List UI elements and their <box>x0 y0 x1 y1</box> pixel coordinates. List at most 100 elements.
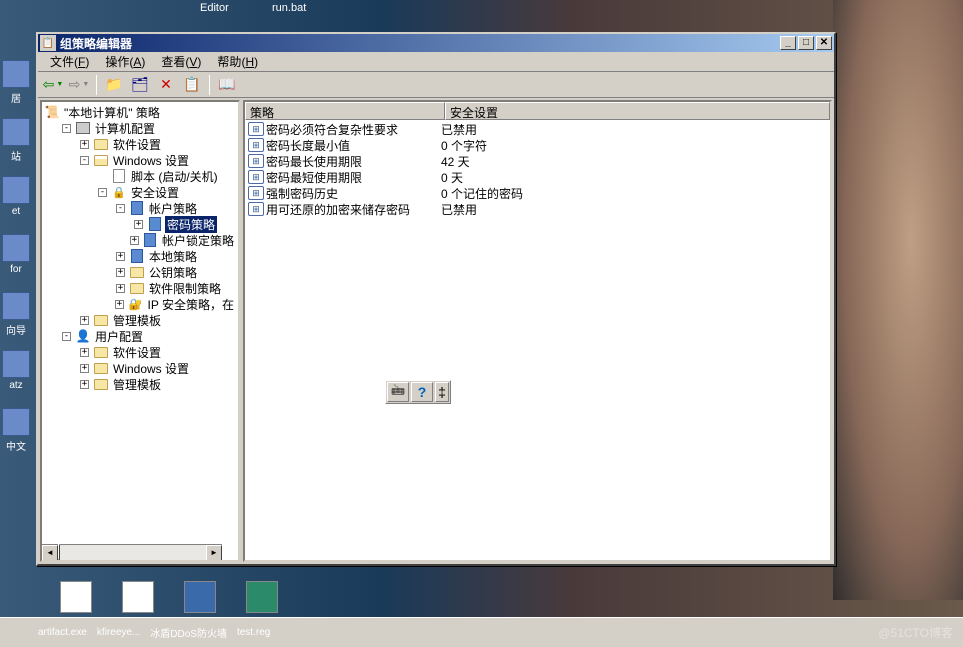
user-icon: 👤 <box>75 328 91 344</box>
tree-security-settings[interactable]: - 🔒 安全设置 <box>44 184 236 200</box>
column-policy[interactable]: 策略 <box>245 102 445 120</box>
floating-toolbar[interactable]: 🖮 ? ‡ <box>385 380 451 404</box>
expand-icon[interactable]: + <box>80 348 89 357</box>
book-icon <box>129 248 145 264</box>
expand-icon[interactable]: + <box>80 364 89 373</box>
menu-file[interactable]: 文件(F) <box>42 51 97 72</box>
tree-ip-security[interactable]: + 🔐 IP 安全策略，在 <box>44 296 236 312</box>
folder-icon <box>129 280 145 296</box>
list-row[interactable]: ⊞密码最长使用期限 42 天 <box>246 153 829 169</box>
forward-button: ⇨▼ <box>68 74 90 96</box>
properties-button[interactable]: 🗂 <box>129 74 151 96</box>
list-row[interactable]: ⊞密码最短使用期限 0 天 <box>246 169 829 185</box>
maximize-button[interactable]: □ <box>798 36 814 50</box>
collapse-icon[interactable]: - <box>80 156 89 165</box>
help-button[interactable]: ? <box>411 382 433 402</box>
tree-admin-templates[interactable]: + 管理模板 <box>44 312 236 328</box>
toolbar: ⇦▼ ⇨▼ 📁 🗂 ✕ 📋 📖 <box>38 72 834 98</box>
collapse-icon[interactable]: - <box>62 124 71 133</box>
desktop-icon[interactable]: atz <box>0 350 32 398</box>
export-button[interactable]: 📋 <box>181 74 203 96</box>
book-icon <box>143 232 158 248</box>
expand-icon[interactable]: + <box>116 252 125 261</box>
taskbar-label[interactable]: artifact.exe <box>38 627 87 638</box>
tree-user-admin-templates[interactable]: + 管理模板 <box>44 376 236 392</box>
expand-icon[interactable]: + <box>115 300 124 309</box>
titlebar[interactable]: 📋 组策略编辑器 _ □ ✕ <box>38 34 834 52</box>
taskbar-label[interactable]: kfireeye... <box>97 627 140 638</box>
tree-local-policy[interactable]: + 本地策略 <box>44 248 236 264</box>
separator <box>209 75 210 95</box>
menu-help[interactable]: 帮助(H) <box>209 51 266 72</box>
tree-user-software[interactable]: + 软件设置 <box>44 344 236 360</box>
list-row[interactable]: ⊞强制密码历史 0 个记住的密码 <box>246 185 829 201</box>
up-button[interactable]: 📁 <box>103 74 125 96</box>
collapse-icon[interactable]: - <box>62 332 71 341</box>
expand-icon[interactable]: + <box>116 284 125 293</box>
desktop-icon[interactable]: et <box>0 176 32 224</box>
tree-user-config[interactable]: - 👤 用户配置 <box>44 328 236 344</box>
column-setting[interactable]: 安全设置 <box>445 102 830 120</box>
tree-pubkey-policy[interactable]: + 公钥策略 <box>44 264 236 280</box>
desktop-icon-artifact[interactable] <box>60 581 92 613</box>
scroll-right-icon[interactable]: ► <box>206 545 222 561</box>
desktop-label-editor[interactable]: Editor <box>200 2 229 14</box>
group-policy-editor-window: 📋 组策略编辑器 _ □ ✕ 文件(F) 操作(A) 查看(V) 帮助(H) ⇦… <box>36 32 836 566</box>
desktop-label-runbat[interactable]: run.bat <box>272 2 306 14</box>
tree-software-settings[interactable]: + 软件设置 <box>44 136 236 152</box>
desktop-icon[interactable]: for <box>0 234 32 282</box>
menu-view[interactable]: 查看(V) <box>153 51 209 72</box>
list-row[interactable]: ⊞密码必须符合复杂性要求 已禁用 <box>246 121 829 137</box>
collapse-icon[interactable]: - <box>116 204 125 213</box>
desktop-icon-testreg[interactable] <box>246 581 278 613</box>
tree-pane[interactable]: 📜 "本地计算机" 策略 - 计算机配置 + 软件设置 - <box>40 100 240 562</box>
tree-computer-config[interactable]: - 计算机配置 <box>44 120 236 136</box>
close-button[interactable]: ✕ <box>816 36 832 50</box>
ime-button[interactable]: 🖮 <box>387 382 409 402</box>
taskbar-label[interactable]: 冰盾DDoS防火墙 <box>150 625 227 640</box>
list-row[interactable]: ⊞密码长度最小值 0 个字符 <box>246 137 829 153</box>
expand-icon[interactable]: + <box>134 220 143 229</box>
taskbar-label[interactable]: test.reg <box>237 627 270 638</box>
tree-user-windows[interactable]: + Windows 设置 <box>44 360 236 376</box>
lock-icon: 🔐 <box>128 296 144 312</box>
scroll-left-icon[interactable]: ◄ <box>42 545 58 561</box>
expand-icon[interactable]: + <box>116 268 125 277</box>
policy-item-icon: ⊞ <box>248 154 264 168</box>
expand-icon[interactable]: + <box>80 316 89 325</box>
delete-button[interactable]: ✕ <box>155 74 177 96</box>
desktop-icon-bingdun[interactable] <box>184 581 216 613</box>
desktop-icon-kfireeye[interactable] <box>122 581 154 613</box>
watermark: @51CTO博客 <box>878 624 953 641</box>
content-area: 📜 "本地计算机" 策略 - 计算机配置 + 软件设置 - <box>38 98 834 564</box>
options-button[interactable]: ‡ <box>435 382 449 402</box>
list-row[interactable]: ⊞用可还原的加密来储存密码 已禁用 <box>246 201 829 217</box>
tree-windows-settings[interactable]: - Windows 设置 <box>44 152 236 168</box>
collapse-icon[interactable]: - <box>98 188 107 197</box>
scroll-thumb[interactable] <box>58 544 60 560</box>
folder-icon <box>93 344 109 360</box>
menu-action[interactable]: 操作(A) <box>97 51 153 72</box>
horizontal-scrollbar[interactable]: ◄ ► <box>42 544 222 560</box>
minimize-button[interactable]: _ <box>780 36 796 50</box>
help-button[interactable]: 📖 <box>216 74 238 96</box>
expand-icon[interactable]: + <box>130 236 139 245</box>
tree-lockout-policy[interactable]: + 帐户锁定策略 <box>44 232 236 248</box>
desktop-icon[interactable]: 向导 <box>0 292 32 340</box>
window-title: 组策略编辑器 <box>60 35 778 52</box>
tree-software-restrict[interactable]: + 软件限制策略 <box>44 280 236 296</box>
desktop-icon[interactable]: 站 <box>0 118 32 166</box>
desktop-icon[interactable]: 中文 <box>0 408 32 456</box>
expand-icon[interactable]: + <box>80 380 89 389</box>
tree-scripts[interactable]: 脚本 (启动/关机) <box>44 168 236 184</box>
policy-item-icon: ⊞ <box>248 202 264 216</box>
tree-account-policy[interactable]: - 帐户策略 <box>44 200 236 216</box>
list-header: 策略 安全设置 <box>245 102 830 120</box>
desktop-icon[interactable]: 居 <box>0 60 32 108</box>
policy-icon: 📜 <box>44 104 60 120</box>
tree-password-policy[interactable]: + 密码策略 <box>44 216 236 232</box>
back-button[interactable]: ⇦▼ <box>42 74 64 96</box>
expand-icon[interactable]: + <box>80 140 89 149</box>
book-icon <box>147 216 163 232</box>
tree-root[interactable]: 📜 "本地计算机" 策略 <box>44 104 236 120</box>
